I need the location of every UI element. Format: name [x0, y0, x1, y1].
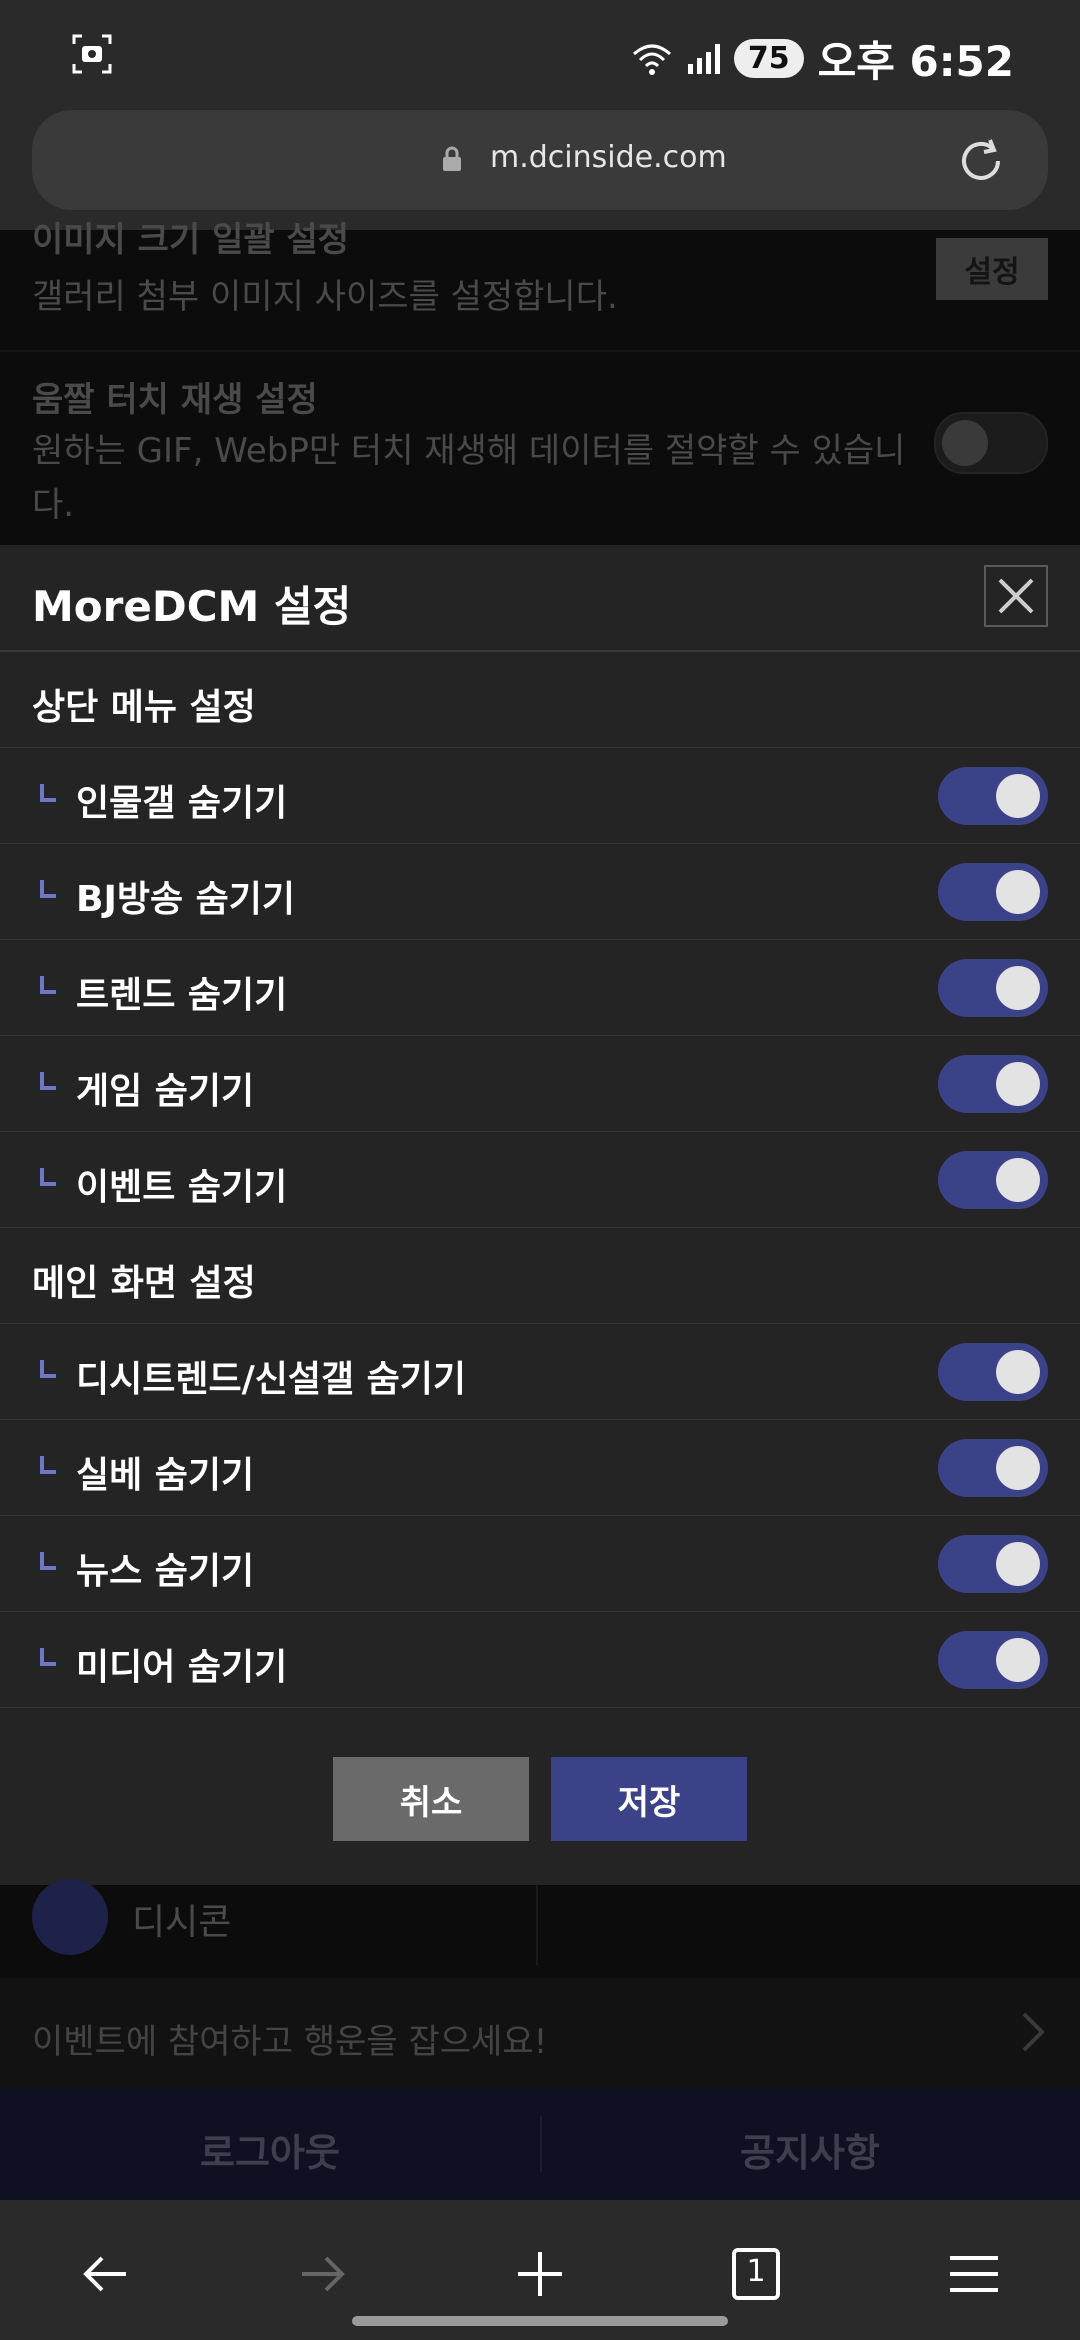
- dicon-row: 디시콘: [0, 1879, 1080, 1965]
- back-icon[interactable]: [76, 2244, 136, 2304]
- screenshot-icon: [72, 34, 112, 74]
- sub-item-marker-icon: [40, 1168, 56, 1186]
- reload-icon[interactable]: [954, 134, 1008, 188]
- setting-label: 인물갤 숨기기: [76, 783, 288, 824]
- dicon-avatar: [32, 1879, 108, 1955]
- section-label: 상단 메뉴 설정: [32, 687, 256, 728]
- wifi-icon: [632, 44, 671, 75]
- tab-switcher-button[interactable]: 1: [726, 2244, 786, 2304]
- toggle-switch[interactable]: [938, 1151, 1048, 1209]
- modal-title: MoreDCM 설정: [32, 582, 352, 631]
- toggle-switch[interactable]: [938, 1439, 1048, 1497]
- event-banner[interactable]: 이벤트에 참여하고 행운을 잡으세요!: [0, 1978, 1080, 2088]
- toggle-switch[interactable]: [938, 767, 1048, 825]
- address-bar[interactable]: m.dcinside.com: [32, 110, 1048, 210]
- close-icon: [998, 578, 1034, 614]
- bottom-links: 로그아웃 공지사항: [0, 2088, 1080, 2200]
- setting-label: 이벤트 숨기기: [76, 1167, 288, 1208]
- setting-row: 미디어 숨기기: [0, 1612, 1080, 1708]
- signal-icon: [687, 43, 720, 74]
- chevron-right-icon: [1022, 2012, 1045, 2052]
- setting-row: 이벤트 숨기기: [0, 1132, 1080, 1228]
- toggle-switch[interactable]: [938, 863, 1048, 921]
- clock: 오후 6:52: [817, 37, 1014, 86]
- setting-label: 트렌드 숨기기: [76, 975, 288, 1016]
- home-indicator[interactable]: [352, 2316, 728, 2326]
- save-button[interactable]: 저장: [551, 1757, 747, 1841]
- toggle-switch[interactable]: [938, 1631, 1048, 1689]
- setting-row: 트렌드 숨기기: [0, 940, 1080, 1036]
- modal-header: MoreDCM 설정: [0, 545, 1080, 652]
- setting-label: 미디어 숨기기: [76, 1647, 288, 1688]
- setting-row: 뉴스 숨기기: [0, 1516, 1080, 1612]
- sub-item-marker-icon: [40, 1648, 56, 1666]
- toggle-switch[interactable]: [938, 959, 1048, 1017]
- setting-label: 게임 숨기기: [76, 1071, 255, 1112]
- section-top-menu: 상단 메뉴 설정: [0, 652, 1080, 748]
- toggle-switch[interactable]: [938, 1535, 1048, 1593]
- setting-label: 뉴스 숨기기: [76, 1551, 255, 1592]
- image-size-desc: 갤러리 첨부 이미지 사이즈를 설정합니다.: [32, 277, 618, 317]
- setting-label: 디시트렌드/신설갤 숨기기: [76, 1359, 467, 1400]
- moredcm-settings-modal: MoreDCM 설정 상단 메뉴 설정 인물갤 숨기기 BJ방송 숨기기 트렌드…: [0, 545, 1080, 1885]
- image-size-button[interactable]: 설정: [936, 238, 1048, 300]
- sub-item-marker-icon: [40, 1456, 56, 1474]
- status-bar: 75 오후 6:52: [0, 0, 1080, 110]
- sub-item-marker-icon: [40, 1552, 56, 1570]
- gif-title: 움짤 터치 재생 설정: [32, 380, 318, 420]
- setting-row: BJ방송 숨기기: [0, 844, 1080, 940]
- toggle-switch[interactable]: [938, 1343, 1048, 1401]
- setting-row: 실베 숨기기: [0, 1420, 1080, 1516]
- toggle-switch[interactable]: [938, 1055, 1048, 1113]
- notice-link[interactable]: 공지사항: [740, 2122, 880, 2177]
- divider: [536, 1885, 538, 1965]
- dicon-label[interactable]: 디시콘: [132, 1893, 231, 1945]
- setting-row: 인물갤 숨기기: [0, 748, 1080, 844]
- new-tab-icon[interactable]: [510, 2244, 570, 2304]
- menu-icon[interactable]: [944, 2244, 1004, 2304]
- tab-count: 1: [746, 2254, 766, 2289]
- cancel-button[interactable]: 취소: [333, 1757, 529, 1841]
- section-main-screen: 메인 화면 설정: [0, 1228, 1080, 1324]
- sub-item-marker-icon: [40, 880, 56, 898]
- gif-toggle[interactable]: [934, 412, 1048, 474]
- lock-icon: [443, 146, 461, 171]
- close-button[interactable]: [984, 565, 1048, 627]
- image-size-title: 이미지 크기 일괄 설정: [32, 220, 350, 260]
- event-banner-text: 이벤트에 참여하고 행운을 잡으세요!: [32, 2022, 548, 2062]
- gif-touch-setting: 움짤 터치 재생 설정 원하는 GIF, WebP만 터치 재생해 데이터를 절…: [0, 352, 1080, 552]
- logout-link[interactable]: 로그아웃: [200, 2122, 340, 2177]
- image-size-setting: 이미지 크기 일괄 설정 갤러리 첨부 이미지 사이즈를 설정합니다. 설정: [0, 220, 1080, 352]
- battery-indicator: 75: [733, 39, 804, 78]
- sub-item-marker-icon: [40, 976, 56, 994]
- setting-row: 디시트렌드/신설갤 숨기기: [0, 1324, 1080, 1420]
- forward-icon[interactable]: [292, 2244, 352, 2304]
- section-label: 메인 화면 설정: [32, 1263, 256, 1304]
- url-text: m.dcinside.com: [490, 140, 727, 175]
- sub-item-marker-icon: [40, 1072, 56, 1090]
- gif-desc: 원하는 GIF, WebP만 터치 재생해 데이터를 절약할 수 있습니다.: [32, 431, 906, 525]
- divider: [540, 2116, 542, 2172]
- sub-item-marker-icon: [40, 1360, 56, 1378]
- setting-label: BJ방송 숨기기: [76, 879, 295, 920]
- sub-item-marker-icon: [40, 784, 56, 802]
- setting-label: 실베 숨기기: [76, 1455, 255, 1496]
- setting-row: 게임 숨기기: [0, 1036, 1080, 1132]
